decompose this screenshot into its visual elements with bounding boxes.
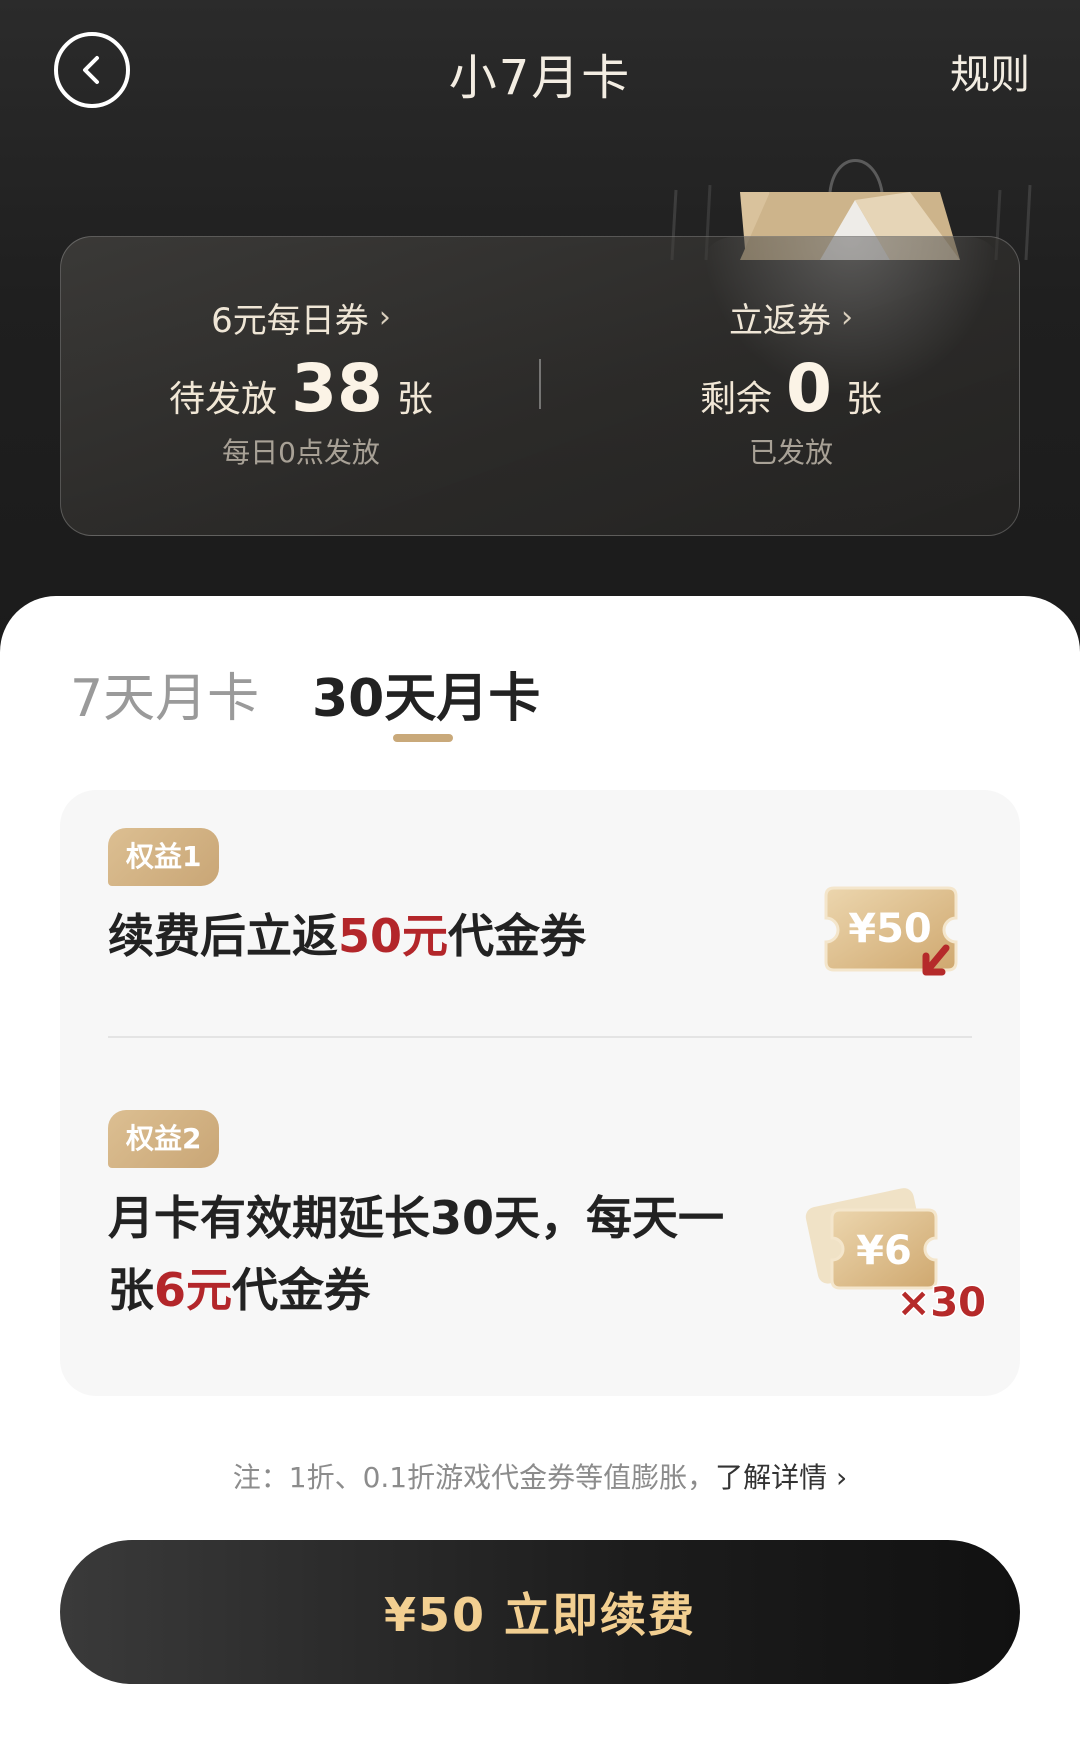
header-area: 小7月卡 规则 6元每日券 › 待发放 38 张 每日0点发放 立返券 › 剩余… [0,0,1080,660]
details-link-label: 了解详情 [715,1461,828,1490]
benefit-divider [108,1036,972,1038]
chevron-right-icon: › [836,1461,848,1490]
tab-30-day[interactable]: 30天月卡 [312,656,540,731]
daily-coupon-label: 6元每日券 [211,301,369,341]
stats-divider [539,359,541,409]
daily-coupon-count-row: 待发放 38 张 [121,350,481,427]
instant-coupon-label: 立返券 [729,301,831,341]
chevron-right-icon: › [841,300,853,335]
instant-coupon-stat[interactable]: 立返券 › 剩余 0 张 已发放 [621,237,961,537]
remaining-unit: 张 [845,379,882,420]
footnote: 注：1折、0.1折游戏代金券等值膨胀，了解详情 › [0,1456,1080,1490]
page-title: 小7月卡 [448,50,632,106]
benefit-2-text-after: 代金券 [232,1263,371,1317]
benefit-1-highlight: 50元 [338,909,449,963]
daily-coupon-stat[interactable]: 6元每日券 › 待发放 38 张 每日0点发放 [121,237,481,537]
instant-coupon-count-row: 剩余 0 张 [621,350,961,427]
remaining-label: 剩余 [700,379,773,420]
benefit-text-2: 月卡有效期延长30天，每天一张6元代金券 [108,1182,768,1326]
instant-coupon-subtext: 已发放 [748,436,833,469]
footnote-text: 注：1折、0.1折游戏代金券等值膨胀， [232,1461,716,1490]
daily-coupon-subtext: 每日0点发放 [222,436,380,469]
details-link[interactable]: 了解详情 › [715,1461,847,1490]
benefit-text-1: 续费后立返50元代金券 [108,900,708,972]
benefit-badge-1: 权益1 [108,828,220,886]
renew-button[interactable]: ¥50 立即续费 [60,1540,1020,1684]
coupon-50-icon: ¥50 [824,886,958,976]
rules-link[interactable]: 规则 [950,42,1030,100]
benefit-2-highlight: 6元 [154,1263,233,1317]
pending-count: 38 [291,350,383,427]
plan-sheet: 7天月卡 30天月卡 权益1 续费后立返50元代金券 ¥50 权益2 月卡有效期… [0,596,1080,1763]
pending-label: 待发放 [169,379,278,420]
coupon-6-label: ¥6 [856,1228,912,1274]
tab-7-day[interactable]: 7天月卡 [70,656,259,731]
active-tab-indicator [393,734,453,742]
remaining-count: 0 [786,350,832,427]
instant-coupon-link[interactable]: 立返券 › [729,293,853,342]
page: 小7月卡 规则 6元每日券 › 待发放 38 张 每日0点发放 立返券 › 剩余… [0,0,1080,1763]
benefits-card: 权益1 续费后立返50元代金券 ¥50 权益2 月卡有效期延长30天，每天一张6… [60,790,1020,1396]
coupon-multiplier-label: ×30 [897,1280,986,1326]
coupon-50-label: ¥50 [848,906,932,952]
daily-coupon-link[interactable]: 6元每日券 › [211,293,391,342]
chevron-right-icon: › [378,300,391,335]
coupon-stack-icon: ¥6 ×30 [805,1188,988,1328]
benefit-badge-2: 权益2 [108,1110,220,1168]
coupon-stats-card: 6元每日券 › 待发放 38 张 每日0点发放 立返券 › 剩余 0 张 已发放 [60,236,1020,536]
benefit-1-text-after: 代金券 [448,909,587,963]
benefit-1-text-before: 续费后立返 [108,909,338,963]
pending-unit: 张 [396,379,433,420]
